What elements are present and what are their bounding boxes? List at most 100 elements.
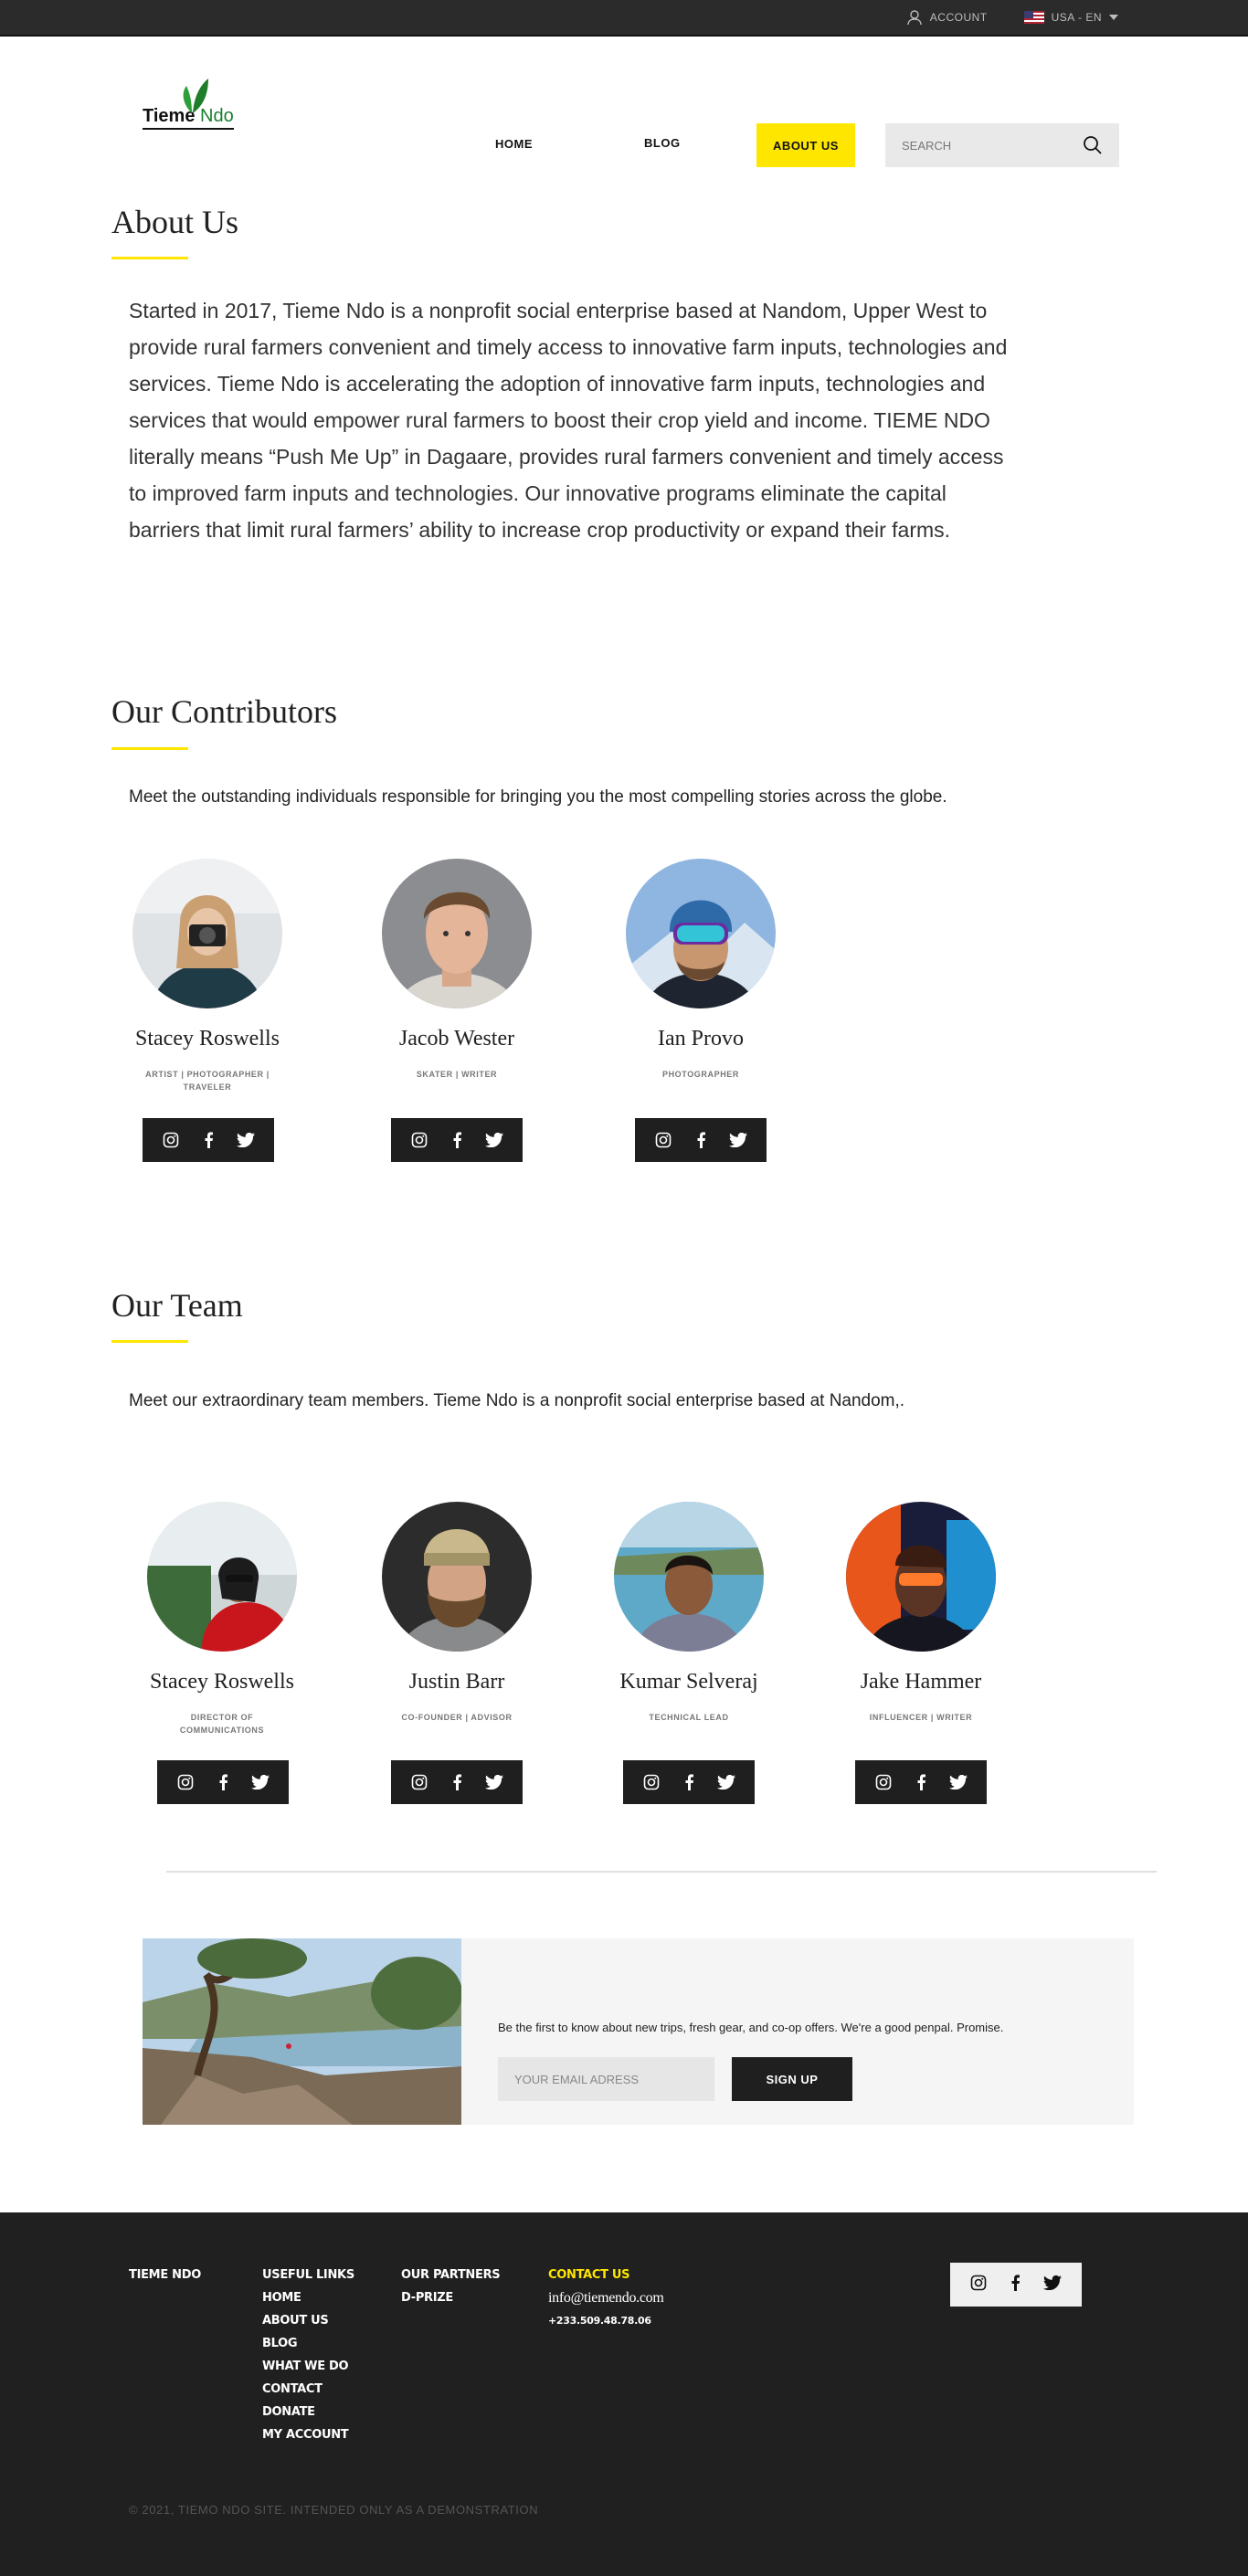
nav-home[interactable]: HOME <box>495 137 533 151</box>
facebook-icon[interactable] <box>197 1129 219 1151</box>
contributor-card: Ian Provo PHOTOGRAPHER <box>600 859 801 1081</box>
instagram-icon[interactable] <box>408 1129 430 1151</box>
social-links <box>143 1118 274 1162</box>
nav-blog[interactable]: BLOG <box>644 136 681 150</box>
team-member-card: Kumar Selveraj TECHNICAL LEAD <box>588 1502 789 1724</box>
facebook-icon[interactable] <box>446 1771 468 1793</box>
about-body: Started in 2017, Tieme Ndo is a nonprofi… <box>129 299 1008 542</box>
avatar <box>626 859 776 1008</box>
instagram-icon[interactable] <box>408 1771 430 1793</box>
person-name: Kumar Selveraj <box>619 1670 758 1694</box>
avatar <box>614 1502 764 1652</box>
title-underline <box>111 1340 188 1343</box>
person-role: SKATER | WRITER <box>416 1070 498 1079</box>
footer-link-my-account[interactable]: MY ACCOUNT <box>262 2423 354 2446</box>
avatar <box>382 859 532 1008</box>
twitter-icon[interactable] <box>249 1771 271 1793</box>
search-input[interactable] <box>902 138 1066 153</box>
person-name: Stacey Roswells <box>150 1670 294 1694</box>
about-title: About Us <box>111 204 239 240</box>
contributors-title: Our Contributors <box>111 693 337 730</box>
footer-link-d-prize[interactable]: D-PRIZE <box>401 2286 500 2309</box>
avatar <box>147 1502 297 1652</box>
person-name: Jake Hammer <box>860 1670 982 1694</box>
twitter-icon[interactable] <box>235 1129 257 1151</box>
account-link[interactable]: ACCOUNT <box>906 9 988 26</box>
locale-selector[interactable]: USA - EN <box>1023 11 1118 24</box>
footer-link-about-us[interactable]: ABOUT US <box>262 2309 354 2332</box>
person-role: DIRECTOR OF COMMUNICATIONS <box>179 1713 265 1735</box>
person-role: INFLUENCER | WRITER <box>869 1713 973 1722</box>
site-footer: TIEME NDO USEFUL LINKS HOME ABOUT US BLO… <box>0 2212 1248 2576</box>
nav-about-us[interactable]: ABOUT US <box>756 123 855 167</box>
footer-contact: CONTACT US info@tiemendo.com +233.509.48… <box>548 2264 664 2332</box>
team-member-card: Jake Hammer INFLUENCER | WRITER <box>820 1502 1021 1724</box>
title-underline <box>111 747 188 750</box>
footer-heading: CONTACT US <box>548 2268 630 2282</box>
facebook-icon[interactable] <box>212 1771 234 1793</box>
instagram-icon[interactable] <box>652 1129 674 1151</box>
team-member-card: Justin Barr CO-FOUNDER | ADVISOR <box>356 1502 557 1724</box>
footer-link-blog[interactable]: BLOG <box>262 2332 354 2355</box>
instagram-icon[interactable] <box>175 1771 196 1793</box>
twitter-icon[interactable] <box>947 1771 969 1793</box>
instagram-icon[interactable] <box>873 1771 894 1793</box>
instagram-icon[interactable] <box>640 1771 662 1793</box>
footer-link-home[interactable]: HOME <box>262 2286 354 2309</box>
footer-email-link[interactable]: info@tiemendo.com <box>548 2286 664 2309</box>
sign-up-button[interactable]: SIGN UP <box>732 2057 852 2101</box>
facebook-icon[interactable] <box>690 1129 712 1151</box>
footer-partners: OUR PARTNERS D-PRIZE <box>401 2264 501 2309</box>
leaf-logo-icon <box>183 79 208 113</box>
title-underline <box>111 257 188 259</box>
social-links <box>855 1760 987 1804</box>
search-box <box>885 123 1119 167</box>
footer-heading: USEFUL LINKS <box>262 2268 354 2282</box>
footer-heading: OUR PARTNERS <box>401 2268 501 2282</box>
twitter-icon[interactable] <box>483 1771 505 1793</box>
person-name: Justin Barr <box>408 1670 505 1694</box>
top-bar: ACCOUNT USA - EN <box>0 0 1248 37</box>
twitter-icon[interactable] <box>727 1129 749 1151</box>
chevron-down-icon <box>1109 15 1118 20</box>
team-member-card: Stacey Roswells DIRECTOR OF COMMUNICATIO… <box>122 1502 323 1737</box>
facebook-icon[interactable] <box>678 1771 700 1793</box>
facebook-icon[interactable] <box>446 1129 468 1151</box>
footer-brand: TIEME NDO <box>129 2264 201 2286</box>
person-role: TECHNICAL LEAD <box>649 1713 729 1722</box>
us-flag-icon <box>1023 11 1044 24</box>
site-logo[interactable]: Tieme Ndo <box>143 79 234 130</box>
avatar <box>846 1502 996 1652</box>
social-links <box>157 1760 289 1804</box>
social-links <box>391 1760 523 1804</box>
contributor-card: Stacey Roswells ARTIST | PHOTOGRAPHER | … <box>107 859 308 1093</box>
social-links <box>391 1118 523 1162</box>
instagram-icon[interactable] <box>970 2275 987 2296</box>
footer-link-contact[interactable]: CONTACT <box>262 2378 354 2401</box>
facebook-icon[interactable] <box>910 1771 932 1793</box>
facebook-icon[interactable] <box>1010 2274 1021 2296</box>
person-name: Jacob Wester <box>398 1027 515 1050</box>
footer-useful-links: USEFUL LINKS HOME ABOUT US BLOG WHAT WE … <box>262 2264 354 2446</box>
footer-link-donate[interactable]: DONATE <box>262 2401 354 2423</box>
instagram-icon[interactable] <box>160 1129 182 1151</box>
contributors-intro: Meet the outstanding individuals respons… <box>129 787 947 807</box>
avatar <box>382 1502 532 1652</box>
locale-label: USA - EN <box>1051 11 1102 24</box>
landscape-image <box>143 1938 461 2125</box>
team-intro: Meet our extraordinary team members. Tie… <box>129 1391 905 1410</box>
footer-link-what-we-do[interactable]: WHAT WE DO <box>262 2355 354 2378</box>
footer-brand-name: TIEME NDO <box>129 2268 201 2282</box>
person-role: PHOTOGRAPHER <box>661 1070 740 1079</box>
avatar <box>132 859 282 1008</box>
team-title: Our Team <box>111 1287 243 1324</box>
twitter-icon[interactable] <box>483 1129 505 1151</box>
footer-phone: +233.509.48.78.06 <box>548 2315 651 2327</box>
twitter-icon[interactable] <box>715 1771 737 1793</box>
email-field[interactable] <box>498 2057 714 2101</box>
person-name: Ian Provo <box>658 1027 744 1050</box>
search-icon[interactable] <box>1083 135 1103 155</box>
newsletter-signup: Be the first to know about new trips, fr… <box>143 1938 1134 2125</box>
twitter-icon[interactable] <box>1042 2275 1062 2295</box>
social-links <box>635 1118 767 1162</box>
